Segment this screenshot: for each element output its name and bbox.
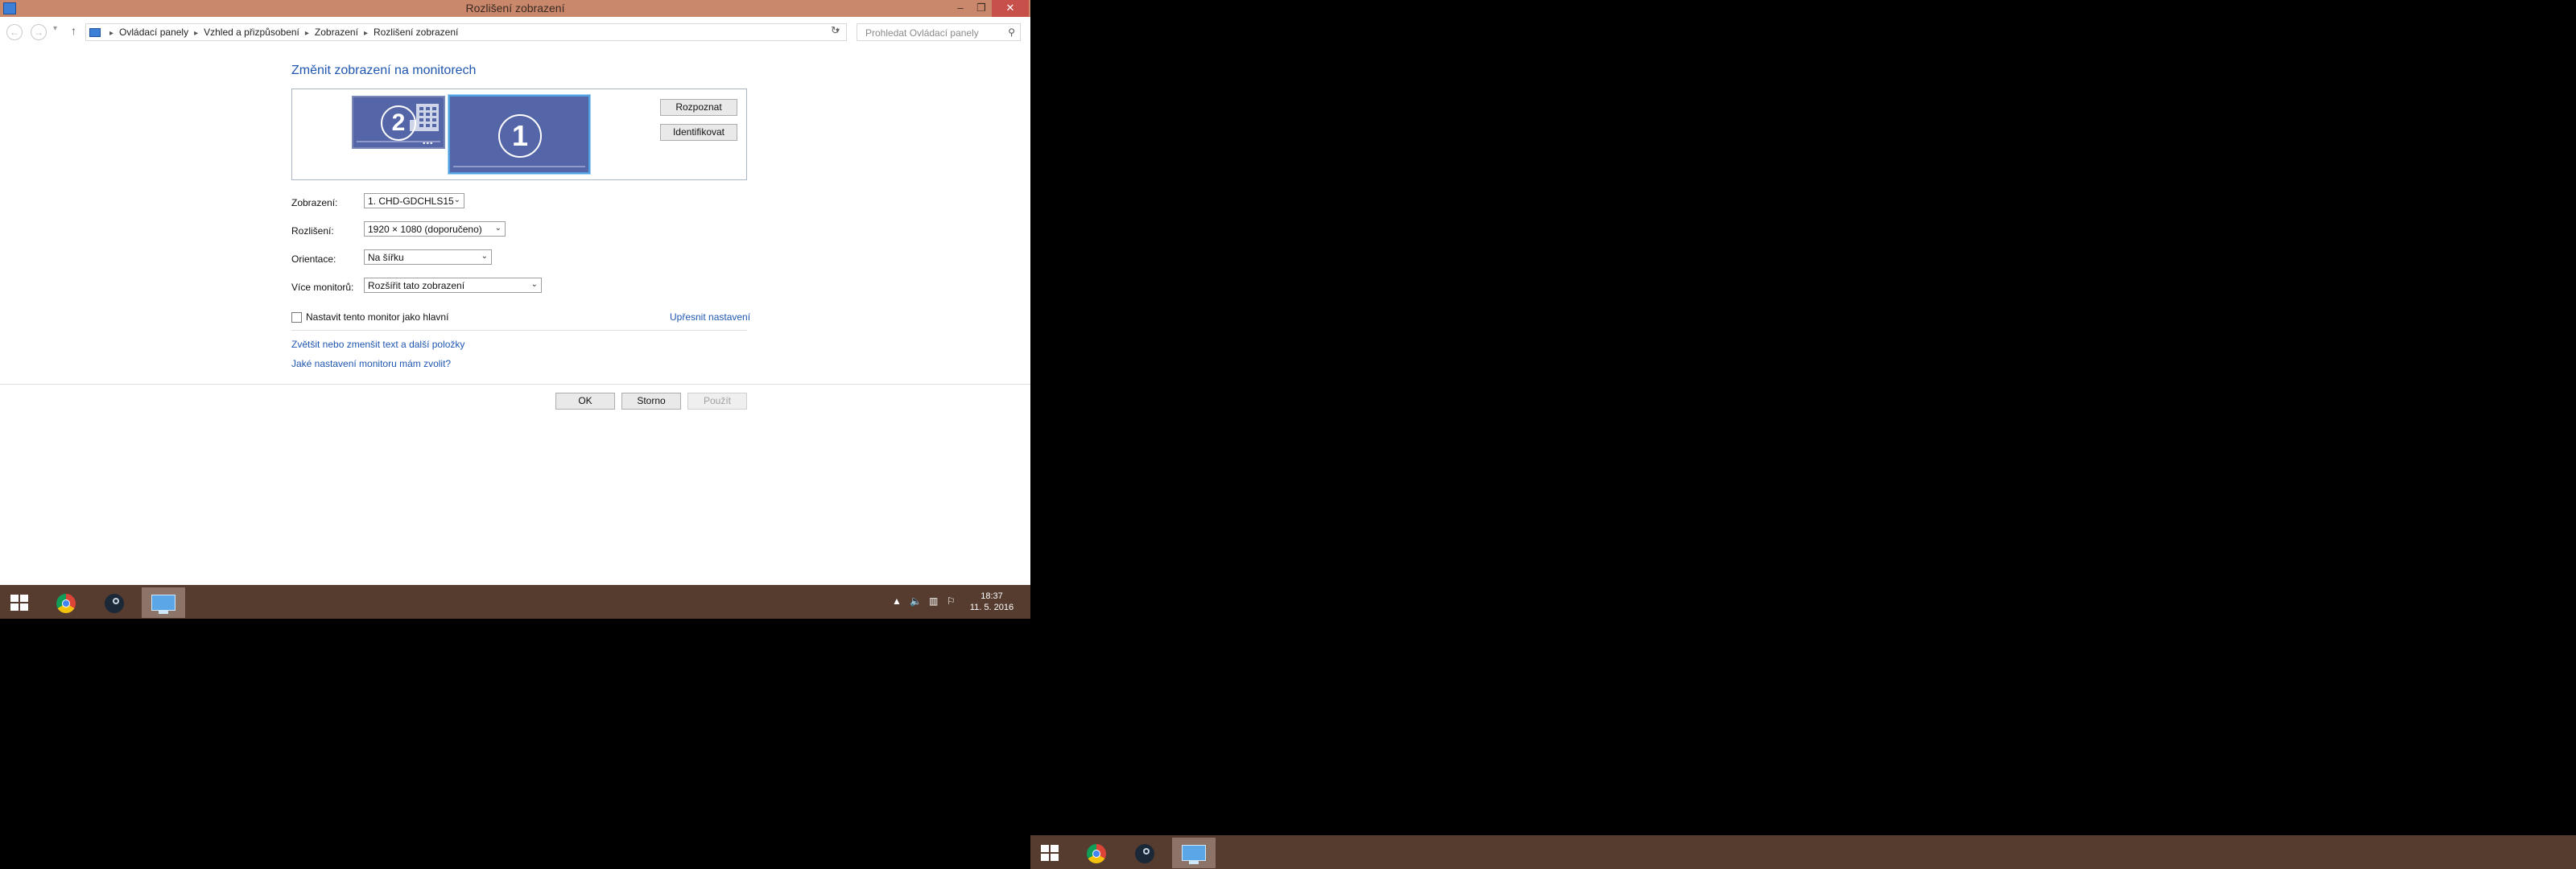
text-size-link[interactable]: Zvětšit nebo zmenšit text a další položk… [291,339,464,350]
breadcrumb-item-display[interactable]: Zobrazení [315,27,358,38]
display-label: Zobrazení: [291,197,338,208]
monitor-1-taskbar-strip [453,166,585,167]
monitor-2-number: 2 [381,105,416,141]
display-select-value: 1. CHD-GDCHLS15 [368,196,454,207]
windows-start-icon[interactable] [10,595,28,611]
chevron-down-icon: ⌄ [453,196,460,204]
recent-locations-icon[interactable]: ▾ [53,24,57,33]
breadcrumb-item-appearance[interactable]: Vzhled a přizpůsobení [204,27,299,38]
cancel-button[interactable]: Storno [621,393,681,410]
primary-monitor-label[interactable]: Nastavit tento monitor jako hlavní [306,311,448,323]
multiple-displays-select-value: Rozšířit tato zobrazení [368,280,465,291]
address-bar[interactable]: ▸ Ovládací panely ▸ Vzhled a přizpůsobení ▸ Z… [85,23,847,41]
display-settings-icon [151,595,175,614]
monitor-1-tile[interactable]: 1 [448,94,591,175]
clock-time: 18:37 [980,591,1003,601]
minimize-button[interactable]: ‒ [950,0,971,17]
clock[interactable]: 18:37 11. 5. 2016 [963,591,1021,613]
display-select[interactable]: 1. CHD-GDCHLS15 ⌄ [364,193,464,208]
taskbar-chrome-button[interactable] [43,587,87,618]
primary-monitor-checkbox[interactable] [291,312,302,323]
maximize-button[interactable]: ❐ [971,0,992,17]
taskbar-primary: ▲ 🔈 ▥ ⚐ 18:37 11. 5. 2016 [0,585,1030,619]
orientation-label: Orientace: [291,253,336,265]
search-placeholder: Prohledat Ovládací panely [865,27,979,39]
page-title: Změnit zobrazení na monitorech [291,64,477,77]
chevron-down-icon: ⌄ [494,224,502,233]
steam-icon [1135,844,1154,863]
search-input[interactable]: Prohledat Ovládací panely ⚲ [857,23,1021,41]
resolution-label: Rozlišení: [291,225,334,237]
taskbar-steam-button[interactable] [92,587,135,618]
clock-date: 11. 5. 2016 [969,603,1014,612]
windows-start-icon[interactable] [1041,845,1059,861]
breadcrumb-item-control-panel[interactable]: Ovládací panely [119,27,188,38]
steam-icon [105,594,124,613]
chrome-icon [1087,844,1106,863]
taskbar-display-settings-button[interactable] [1172,838,1216,868]
taskbar-display-settings-button[interactable] [142,587,185,618]
display-settings-icon [1182,845,1206,864]
monitor-1-number: 1 [498,114,542,158]
chevron-down-icon: ⌄ [481,252,488,261]
volume-icon[interactable]: 🔈 [910,595,922,607]
apply-button[interactable]: Použít [687,393,747,410]
control-panel-icon [89,28,101,38]
divider [291,330,747,331]
action-center-flag-icon[interactable]: ⚐ [947,595,956,607]
network-icon[interactable]: ▥ [929,595,938,607]
monitor-2-taskbar-strip [357,141,440,142]
advanced-settings-link[interactable]: Upřesnit nastavení [670,311,750,323]
chrome-icon [56,594,76,613]
chevron-right-icon[interactable]: ▸ [305,29,309,38]
window-title: Rozlišení zobrazení [465,2,565,14]
breadcrumb: ▸ Ovládací panely ▸ Vzhled a přizpůsobení ▸ Z… [89,27,458,38]
identify-button[interactable]: Identifikovat [660,124,737,141]
ok-button[interactable]: OK [555,393,615,410]
taskbar-chrome-button[interactable] [1074,838,1117,868]
monitor-help-link[interactable]: Jaké nastavení monitoru mám zvolit? [291,358,451,369]
building-icon [416,104,439,131]
search-icon[interactable]: ⚲ [1008,27,1015,38]
chevron-right-icon[interactable]: ▸ [364,29,368,38]
chevron-right-icon[interactable]: ▸ [194,29,198,38]
resolution-select-value: 1920 × 1080 (doporučeno) [368,224,482,235]
multiple-displays-label: Více monitorů: [291,282,354,293]
taskbar-steam-button[interactable] [1122,838,1166,868]
multiple-displays-select[interactable]: Rozšířit tato zobrazení ⌄ [364,278,542,293]
back-button[interactable]: ← [6,24,23,40]
breadcrumb-item-resolution[interactable]: Rozlišení zobrazení [374,27,458,38]
chevron-down-icon: ⌄ [530,280,538,289]
refresh-icon[interactable]: ↻ [831,24,840,37]
detect-button[interactable]: Rozpoznat [660,99,737,116]
orientation-select[interactable]: Na šířku ⌄ [364,249,492,265]
chevron-right-icon[interactable]: ▸ [109,29,114,38]
resolution-select[interactable]: 1920 × 1080 (doporučeno) ⌄ [364,221,506,237]
taskbar-secondary [1030,835,2576,869]
monitor-2-tile[interactable]: 2 ••• [352,96,445,149]
forward-button[interactable]: → [31,24,47,40]
footer-divider [0,384,1030,385]
close-button[interactable]: ✕ [992,0,1029,17]
up-arrow-icon[interactable]: ↑ [71,24,76,37]
address-toolbar: ← → ▾ ↑ ▸ Ovládací panely ▸ Vzhled a přizpů… [0,17,1030,47]
control-panel-window: Rozlišení zobrazení ‒ ❐ ✕ ← → ▾ ↑ ▸ Ovlád… [0,0,1030,585]
orientation-select-value: Na šířku [368,252,404,263]
show-hidden-icons-chevron[interactable]: ▲ [892,595,902,607]
title-bar[interactable]: Rozlišení zobrazení ‒ ❐ ✕ [0,0,1030,17]
